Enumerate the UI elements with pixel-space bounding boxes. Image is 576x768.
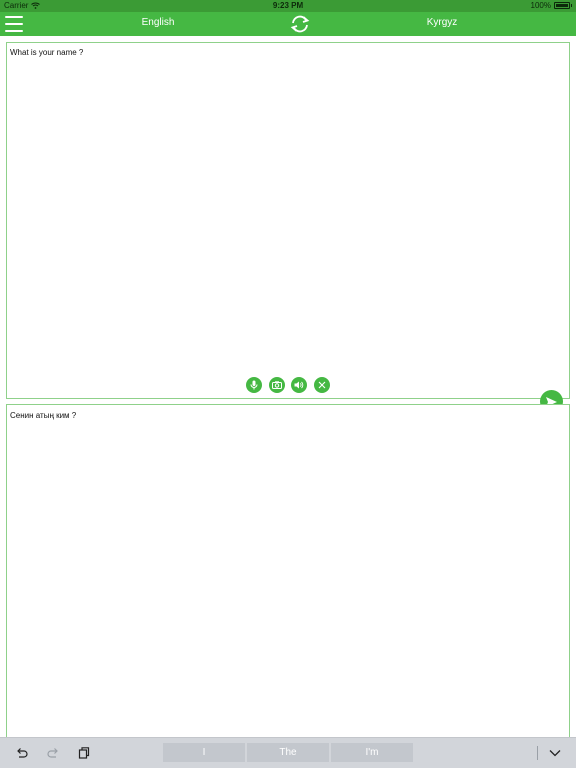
suggestion-3[interactable]: I'm xyxy=(331,743,413,762)
microphone-icon xyxy=(250,380,258,390)
clear-icon xyxy=(318,381,326,389)
app-header: English Kyrgyz xyxy=(0,12,576,36)
hide-keyboard-icon[interactable] xyxy=(548,746,562,760)
status-bar: Carrier 9:23 PM 100% xyxy=(0,0,576,12)
target-language-selector[interactable]: Kyrgyz xyxy=(392,17,492,28)
microphone-button[interactable] xyxy=(246,377,262,393)
keyboard-divider xyxy=(537,746,538,760)
clear-button[interactable] xyxy=(314,377,330,393)
source-text[interactable]: What is your name ? xyxy=(10,48,83,57)
swap-languages-icon[interactable] xyxy=(289,14,311,34)
speaker-icon xyxy=(294,381,304,389)
redo-icon[interactable] xyxy=(46,746,60,760)
camera-icon xyxy=(272,381,282,389)
suggestion-1[interactable]: I xyxy=(163,743,245,762)
battery-tip xyxy=(571,4,572,7)
paste-icon[interactable] xyxy=(77,746,91,760)
keyboard-shortcut-bar: I The I'm xyxy=(0,737,576,768)
source-language-selector[interactable]: English xyxy=(108,17,208,28)
menu-icon[interactable] xyxy=(5,16,23,32)
source-text-area[interactable]: What is your name ? xyxy=(6,42,570,399)
status-time: 9:23 PM xyxy=(272,1,304,10)
suggestion-2[interactable]: The xyxy=(247,743,329,762)
battery-info: 100% xyxy=(531,1,572,10)
undo-icon[interactable] xyxy=(15,746,29,760)
battery-percent: 100% xyxy=(530,1,551,10)
translation-text[interactable]: Сенин атың ким ? xyxy=(10,411,76,420)
battery-icon xyxy=(554,2,570,9)
camera-button[interactable] xyxy=(269,377,285,393)
speaker-button[interactable] xyxy=(291,377,307,393)
translation-text-area[interactable]: Сенин атың ким ? xyxy=(6,404,570,740)
